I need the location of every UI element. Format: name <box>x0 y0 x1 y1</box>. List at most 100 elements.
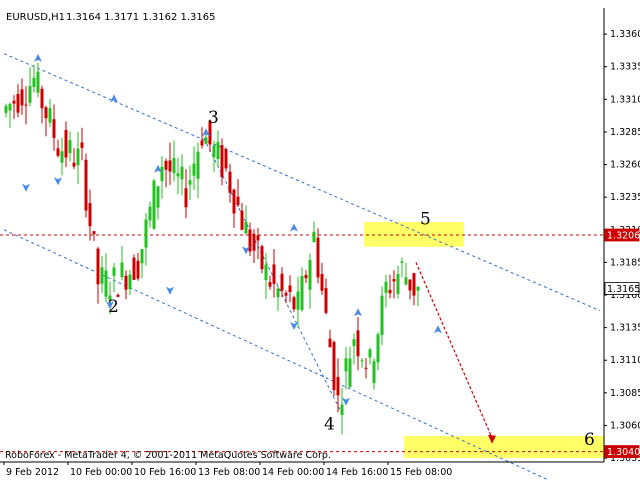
candle-body <box>124 275 128 290</box>
candle-body <box>360 360 364 362</box>
candle-body <box>392 279 396 282</box>
candle-body <box>264 264 268 280</box>
price-tick-label: 1.3060 <box>610 420 640 431</box>
candle-body <box>140 248 144 264</box>
candle-body <box>32 77 36 87</box>
candle-body <box>56 148 60 156</box>
candle-body <box>176 173 180 177</box>
candle-body <box>256 235 260 241</box>
candle-body <box>312 231 316 242</box>
candle-body <box>156 186 160 208</box>
candle-body <box>296 291 300 310</box>
candle-body <box>76 148 80 166</box>
candle-body <box>236 196 240 205</box>
candle-body <box>28 86 32 103</box>
candle-body <box>52 119 56 138</box>
candle-body <box>196 151 200 179</box>
candle-body <box>84 159 88 211</box>
candle-body <box>8 103 12 111</box>
candle-body <box>48 108 52 123</box>
target-price-label: 1.3040 <box>607 447 640 458</box>
candle-body <box>268 282 272 287</box>
candle-body <box>336 377 340 396</box>
candle-body <box>364 367 368 369</box>
candle-body <box>128 274 132 290</box>
candle-body <box>348 358 352 387</box>
candle-body <box>160 166 164 182</box>
candle-body <box>44 107 48 119</box>
candle-body <box>224 149 228 169</box>
candle-body <box>88 203 92 227</box>
candle-body <box>172 158 176 174</box>
candle-body <box>400 261 404 263</box>
candle-body <box>60 151 64 163</box>
price-tick-label: 1.3260 <box>610 160 640 171</box>
price-tick-label: 1.3135 <box>610 323 640 334</box>
current-price-label: 1.3165 <box>607 284 640 295</box>
candle-body <box>180 166 184 180</box>
candle-body <box>64 129 68 158</box>
price-tick-label: 1.3360 <box>610 29 640 40</box>
candle-body <box>72 162 76 167</box>
candle-body <box>272 264 276 284</box>
candle-body <box>164 160 168 170</box>
candle-body <box>288 285 292 293</box>
time-tick-label: 9 Feb 2012 <box>6 467 59 478</box>
wave-label: 2 <box>108 297 119 317</box>
price-tick-label: 1.3110 <box>610 355 640 366</box>
price-tick-label: 1.3085 <box>610 388 640 399</box>
candle-body <box>200 140 204 146</box>
candle-body <box>240 210 244 230</box>
candle-body <box>148 206 152 221</box>
price-tick-label: 1.3285 <box>610 127 640 138</box>
price-chart[interactable]: 2 3 4 5 6 1.3360 1.3335 1.3310 1.3285 1.3260 1.32… <box>0 0 640 480</box>
candle-body <box>408 279 412 291</box>
candle-body <box>16 93 20 113</box>
candle-body <box>120 262 124 278</box>
candle-body <box>368 349 372 358</box>
candle-body <box>228 171 232 193</box>
candle-body <box>284 292 288 296</box>
price-tick-label: 1.3335 <box>610 62 640 73</box>
resistance-price-label: 1.3206 <box>607 231 640 242</box>
time-tick-label: 14 Feb 00:00 <box>262 467 324 478</box>
candle-body <box>184 188 188 208</box>
candle-body <box>320 273 324 291</box>
candle-body <box>104 270 108 297</box>
chart-background <box>0 0 640 480</box>
candle-body <box>412 273 416 296</box>
candle-body <box>204 137 208 144</box>
candle-body <box>324 288 328 313</box>
time-tick-label: 15 Feb 08:00 <box>390 467 452 478</box>
candle-body <box>304 274 308 279</box>
candle-body <box>340 404 344 416</box>
candle-body <box>112 267 116 276</box>
copyright-text: RoboForex - MetaTrader 4, © 2001-2011 Me… <box>5 450 331 461</box>
candle-body <box>20 89 24 106</box>
candle-body <box>80 142 84 148</box>
wave-label: 4 <box>324 414 335 434</box>
candle-body <box>136 260 140 279</box>
target-zone <box>404 435 604 459</box>
price-tick-label: 1.3310 <box>610 94 640 105</box>
candle-body <box>372 361 376 384</box>
candle-body <box>244 221 248 234</box>
candle-body <box>24 104 28 106</box>
candle-body <box>380 295 384 335</box>
candle-body <box>92 231 96 235</box>
candle-body <box>404 277 408 285</box>
candle-body <box>280 273 284 291</box>
candle-body <box>168 160 172 172</box>
wave-label: 3 <box>208 108 219 128</box>
candle-body <box>352 339 356 347</box>
candle-body <box>376 334 380 363</box>
candle-body <box>344 358 348 372</box>
candle-body <box>292 297 296 310</box>
wave-label: 5 <box>420 210 431 230</box>
time-tick-label: 14 Feb 16:00 <box>326 467 388 478</box>
candle-body <box>308 260 312 290</box>
candle-body <box>356 330 360 357</box>
candle-body <box>384 281 388 293</box>
candle-body <box>188 180 192 185</box>
candle-body <box>388 289 392 294</box>
